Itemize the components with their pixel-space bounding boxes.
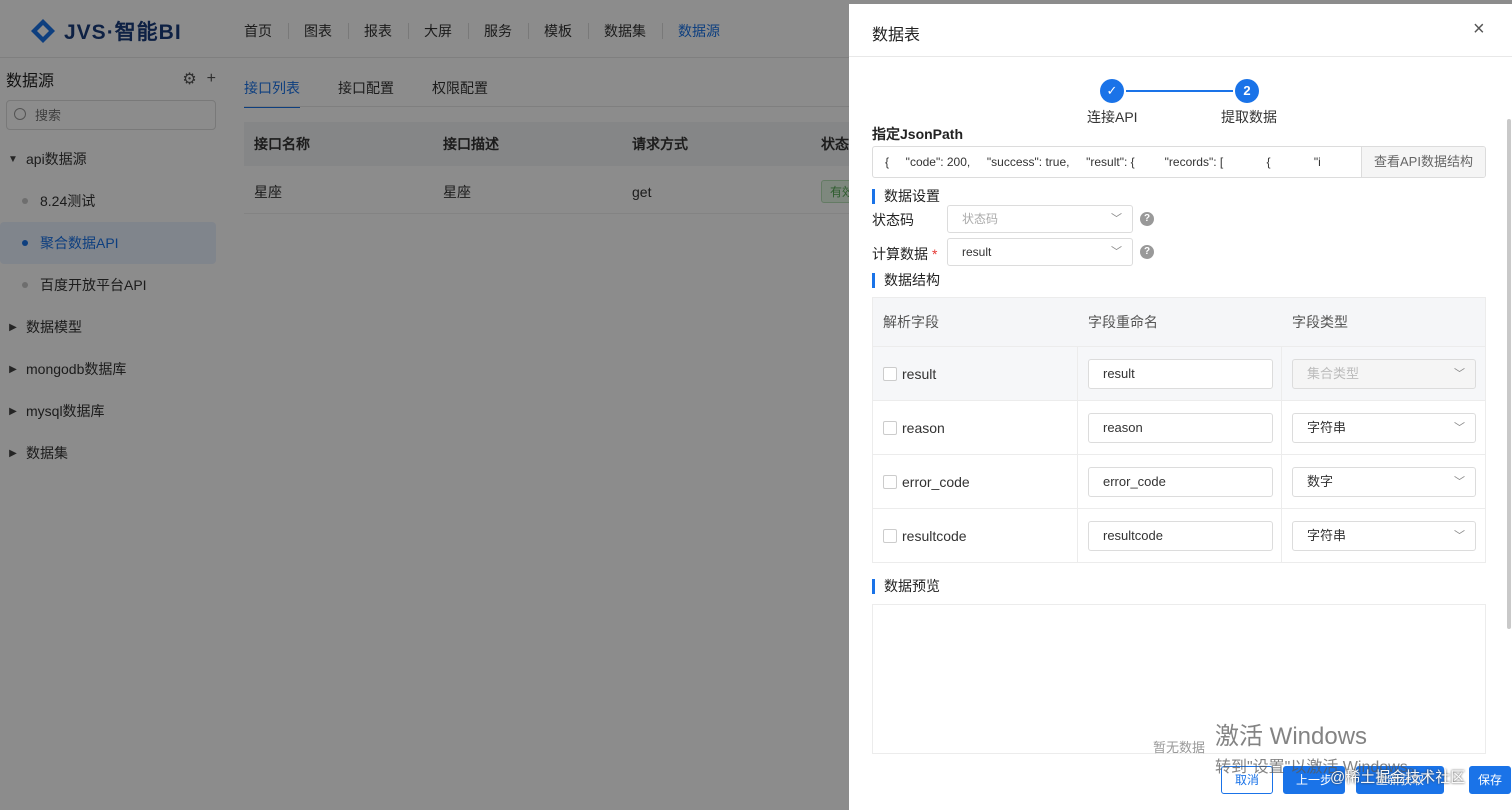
field-type-select: 集合类型 ﹀ [1292,358,1476,389]
activation-title: 激活 Windows [1215,723,1368,750]
field-rename-input[interactable]: error_code [1088,466,1273,497]
field-checkbox[interactable] [883,474,897,489]
field-checkbox[interactable] [883,366,897,381]
data-preview-title: 数据预览 [872,579,940,594]
community-watermark: @稀土掘金技术社区 [1330,769,1466,786]
chevron-down-icon: ﹀ [1454,367,1465,380]
field-rename-input[interactable]: reason [1088,412,1273,443]
chevron-down-icon: ﹀ [1111,246,1122,258]
field-name: reason [902,419,945,436]
calc-data-label-text: 计算数据 [872,246,928,262]
status-code-label: 状态码 [872,212,914,228]
field-name: error_code [902,473,970,490]
field-rename-input[interactable]: result [1088,358,1273,389]
field-type-value: 数字 [1307,473,1334,489]
parse-field-cell: resultcode [873,509,1078,562]
status-code-select[interactable]: 状态码 ﹀ [947,205,1133,233]
calc-data-value: result [962,245,992,259]
rename-cell: result [1078,347,1282,400]
calc-data-label: 计算数据 * [872,244,937,264]
field-name: resultcode [902,527,967,544]
chevron-down-icon: ﹀ [1454,421,1465,434]
table-row: resultcode resultcode 字符串 ﹀ [873,508,1485,562]
table-row: error_code error_code 数字 ﹀ [873,454,1485,508]
save-button[interactable]: 保存 [1469,766,1511,794]
rename-cell: reason [1078,401,1282,454]
view-api-structure-button[interactable]: 查看API数据结构 [1361,147,1485,177]
drawer-divider [849,56,1512,57]
drawer-title: 数据表 [872,27,921,44]
steps: ✓ 2 连接API 提取数据 [1069,77,1277,127]
jsonpath-field: { "code": 200, "success": true, "result"… [872,146,1486,178]
field-type-select[interactable]: 字符串 ﹀ [1292,412,1476,443]
step-label-extract: 提取数据 [1221,109,1277,125]
rename-cell: resultcode [1078,509,1282,562]
field-type-value: 字符串 [1307,527,1347,543]
type-cell: 集合类型 ﹀ [1282,347,1485,400]
chevron-down-icon: ﹀ [1454,529,1465,542]
data-structure-title: 数据结构 [872,273,940,288]
preview-empty-text: 暂无数据 [1153,740,1206,755]
chevron-down-icon: ﹀ [1111,213,1122,225]
parse-field-cell: error_code [873,455,1078,508]
chevron-down-icon: ﹀ [1454,475,1465,488]
type-cell: 字符串 ﹀ [1282,401,1485,454]
parse-field-cell: reason [873,401,1078,454]
step-number: 2 [1235,79,1259,103]
header-parse-field: 解析字段 [883,314,939,330]
help-icon[interactable]: ? [1140,212,1154,226]
field-table-header: 解析字段 字段重命名 字段类型 [873,298,1485,346]
jsonpath-input[interactable]: { "code": 200, "success": true, "result"… [873,147,1361,177]
jsonpath-label: 指定JsonPath [872,126,964,142]
data-table-drawer: 数据表 × ✓ 2 连接API 提取数据 指定JsonPath { "code"… [849,4,1512,810]
field-type-value: 集合类型 [1307,365,1360,381]
status-code-placeholder: 状态码 [962,212,999,226]
field-rename-input[interactable]: resultcode [1088,520,1273,551]
step-connector [1126,90,1233,92]
required-mark: * [932,246,938,262]
help-icon[interactable]: ? [1140,245,1154,259]
rename-cell: error_code [1078,455,1282,508]
header-rename: 字段重命名 [1088,314,1158,330]
type-cell: 数字 ﹀ [1282,455,1485,508]
table-row: reason reason 字符串 ﹀ [873,400,1485,454]
calc-data-select[interactable]: result ﹀ [947,238,1133,266]
step-label-connect: 连接API [1087,109,1138,125]
field-table: 解析字段 字段重命名 字段类型 result result 集合类型 ﹀ reason r… [872,297,1486,563]
field-checkbox[interactable] [883,528,897,543]
table-row: result result 集合类型 ﹀ [873,346,1485,400]
field-name: result [902,365,937,382]
close-icon[interactable]: × [1473,18,1485,41]
data-settings-title: 数据设置 [872,189,940,204]
drawer-scrollbar[interactable] [1507,119,1511,629]
field-type-select[interactable]: 字符串 ﹀ [1292,520,1476,551]
header-type: 字段类型 [1292,314,1348,330]
field-checkbox[interactable] [883,420,897,435]
field-type-value: 字符串 [1307,419,1347,435]
field-type-select[interactable]: 数字 ﹀ [1292,466,1476,497]
type-cell: 字符串 ﹀ [1282,509,1485,562]
step-check-icon: ✓ [1100,79,1124,103]
parse-field-cell: result [873,347,1078,400]
